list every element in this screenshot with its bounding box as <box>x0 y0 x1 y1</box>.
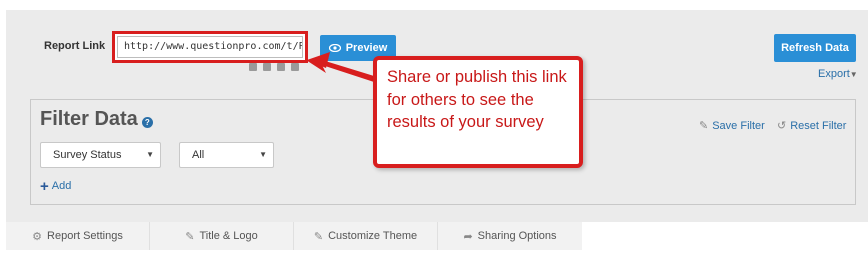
tab-label: Customize Theme <box>328 230 418 242</box>
tab-customize-theme[interactable]: ✎ Customize Theme <box>294 222 438 250</box>
export-dropdown[interactable]: Export▼ <box>818 68 858 80</box>
tab-sharing-options[interactable]: ➦ Sharing Options <box>438 222 582 250</box>
plus-icon: + <box>40 177 49 195</box>
gears-icon: ⚙ <box>32 230 43 243</box>
export-label: Export <box>818 68 850 80</box>
filter-title-text: Filter Data <box>40 108 138 130</box>
tab-label: Title & Logo <box>199 230 258 242</box>
add-filter-label: Add <box>51 180 72 192</box>
dropdown-arrow-icon: ▼ <box>259 150 267 159</box>
preview-label: Preview <box>345 42 388 54</box>
email-icon[interactable] <box>291 63 299 71</box>
tab-label: Sharing Options <box>477 230 557 242</box>
reset-filter-label: Reset Filter <box>790 119 847 132</box>
report-link-input[interactable]: http://www.questionpro.com/t/PBI <box>117 36 303 58</box>
tab-report-settings[interactable]: ⚙ Report Settings <box>6 222 150 250</box>
edit-icon: ✎ <box>185 230 195 243</box>
share-icon: ➦ <box>463 230 473 243</box>
filter-value-value: All <box>192 149 205 161</box>
social-share-icons <box>249 63 299 71</box>
filter-field-value: Survey Status <box>53 149 122 161</box>
callout-tooltip: Share or publish this link for others to… <box>373 56 583 168</box>
edit-icon: ✎ <box>699 120 709 132</box>
save-filter-link[interactable]: ✎ Save Filter <box>699 119 765 133</box>
tab-label: Report Settings <box>47 230 123 242</box>
tab-title-logo[interactable]: ✎ Title & Logo <box>150 222 294 250</box>
linkedin-icon[interactable] <box>277 63 285 71</box>
reset-filter-link[interactable]: ↺ Reset Filter <box>777 119 847 133</box>
edit-icon: ✎ <box>313 230 324 243</box>
report-tabs: ⚙ Report Settings ✎ Title & Logo ✎ Custo… <box>6 222 582 250</box>
caret-down-icon: ▼ <box>849 70 858 79</box>
filter-title: Filter Data ? <box>40 108 153 131</box>
add-filter-link[interactable]: + Add <box>40 177 72 195</box>
report-link-highlight: http://www.questionpro.com/t/PBI <box>112 31 308 63</box>
dropdown-arrow-icon: ▼ <box>146 150 154 159</box>
facebook-icon[interactable] <box>249 63 257 71</box>
twitter-icon[interactable] <box>263 63 271 71</box>
refresh-data-button[interactable]: Refresh Data <box>774 34 856 62</box>
report-page: Report Link http://www.questionpro.com/t… <box>0 0 868 265</box>
report-link-label: Report Link <box>44 40 106 52</box>
save-filter-label: Save Filter <box>712 119 765 132</box>
filter-field-select[interactable]: Survey Status ▼ <box>40 142 161 168</box>
filter-value-select[interactable]: All ▼ <box>179 142 274 168</box>
help-icon[interactable]: ? <box>141 117 153 128</box>
eye-icon <box>328 44 341 52</box>
undo-icon: ↺ <box>777 120 787 132</box>
